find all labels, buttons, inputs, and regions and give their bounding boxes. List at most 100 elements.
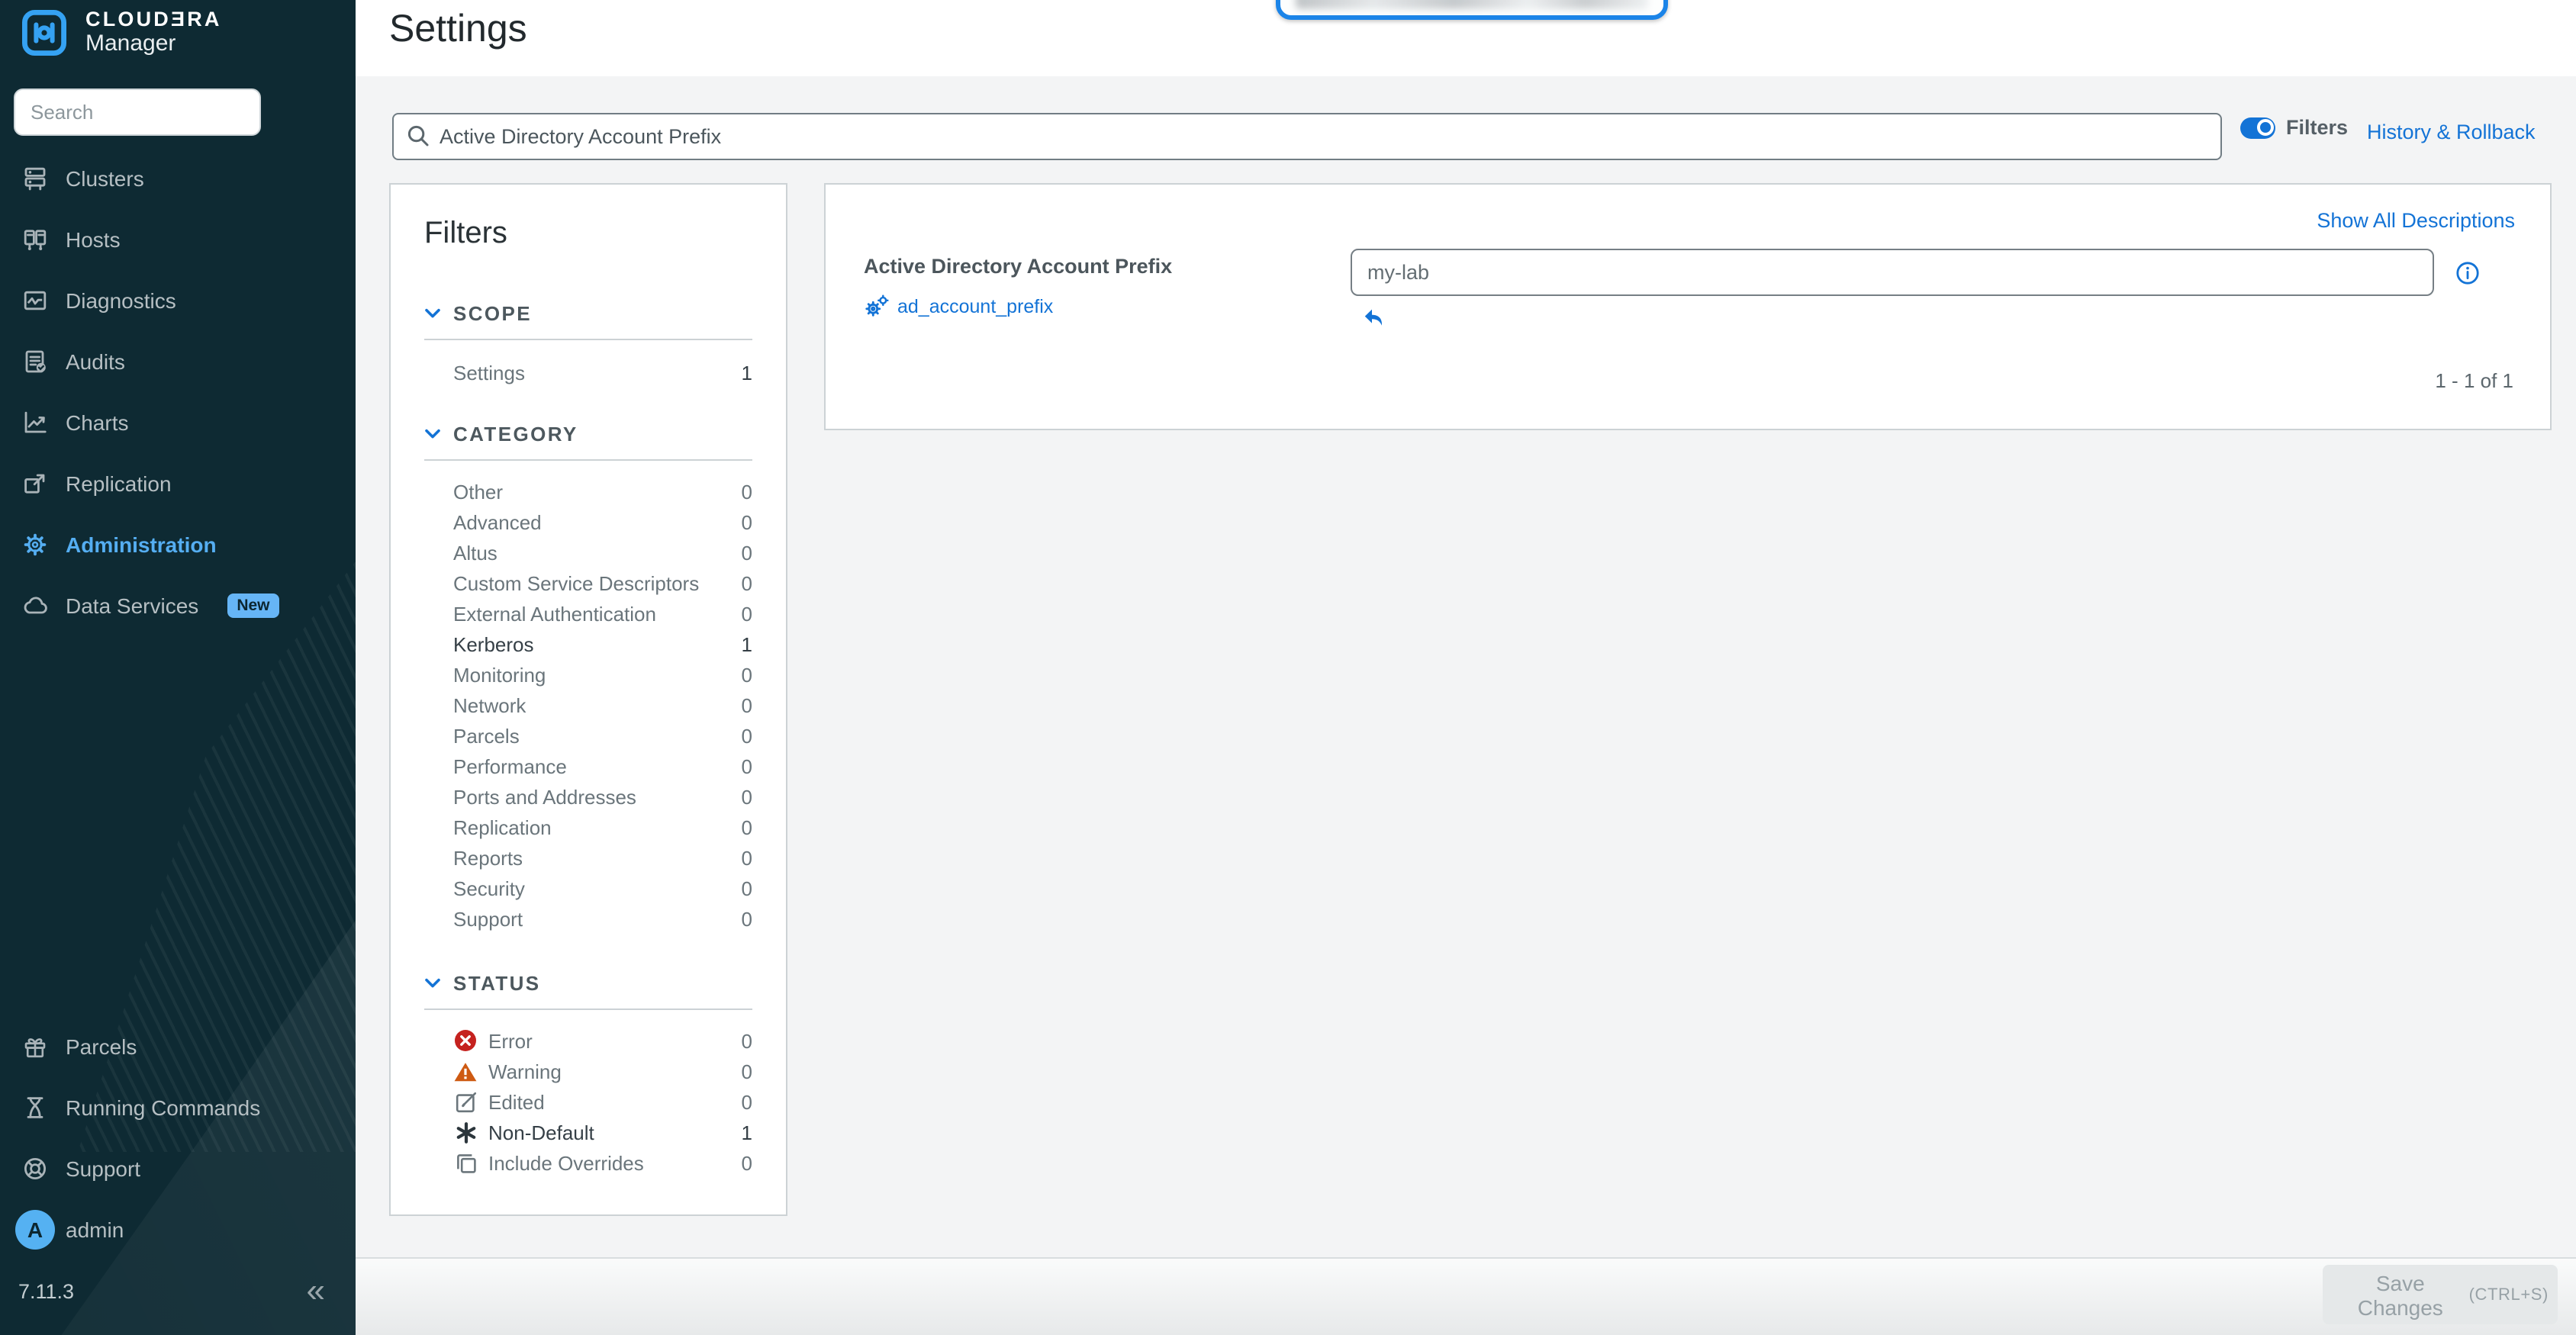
filter-item[interactable]: Support0 [424,903,752,934]
app-logo[interactable]: CLOUDƎRA Manager [21,8,222,56]
filter-item[interactable]: Replication0 [424,812,752,842]
status-section-label: STATUS [453,972,541,995]
chevron-down-icon [424,307,441,320]
sidebar-search-input[interactable] [14,88,261,136]
pagination-label: 1 - 1 of 1 [2435,369,2513,392]
filter-item[interactable]: Network0 [424,690,752,720]
filter-item-count: 1 [731,1121,752,1144]
filter-item[interactable]: Monitoring0 [424,659,752,690]
sidebar-item-label: Administration [66,532,217,557]
filter-item-label: Altus [453,541,731,564]
filter-item-label: Support [453,907,731,930]
hourglass-icon [21,1094,49,1121]
include-overrides-icon [453,1150,478,1175]
filter-item[interactable]: Non-Default 1 [424,1117,752,1147]
show-all-descriptions-link[interactable]: Show All Descriptions [2317,209,2515,232]
main-area: Settings Filters History & Rollback Filt… [356,0,2576,1335]
page-title: Settings [389,8,527,52]
collapse-sidebar-icon[interactable]: « [307,1271,326,1311]
filter-item[interactable]: Include Overrides 0 [424,1147,752,1178]
sidebar-item-data-services[interactable]: Data Services New [0,575,356,636]
filter-item-label: Security [453,877,731,899]
filter-item[interactable]: Other0 [424,476,752,507]
sidebar-item-replication[interactable]: Replication [0,453,356,514]
status-section-header[interactable]: STATUS [424,972,752,995]
filter-item[interactable]: Warning 0 [424,1056,752,1086]
sidebar-item-parcels[interactable]: Parcels [0,1016,356,1077]
filter-item-label: Replication [453,815,731,838]
filter-item[interactable]: Altus0 [424,537,752,568]
setting-property: ad_account_prefix [864,293,1053,319]
filter-item[interactable]: Edited 0 [424,1086,752,1117]
history-rollback-link[interactable]: History & Rollback [2367,121,2536,143]
filter-item[interactable]: Error 0 [424,1025,752,1056]
save-bar: Save Changes(CTRL+S) [356,1257,2576,1335]
filter-item-count: 0 [731,754,752,777]
sidebar-item-diagnostics[interactable]: Diagnostics [0,270,356,331]
filter-item[interactable]: Reports0 [424,842,752,873]
filter-item-count: 0 [731,724,752,747]
scope-section: SCOPE Settings 1 [424,302,752,389]
brand-line-1: CLOUDƎRA [85,8,222,31]
filter-item[interactable]: Advanced0 [424,507,752,537]
filter-item-count: 0 [731,693,752,716]
setting-property-link[interactable]: ad_account_prefix [897,295,1053,317]
setting-value-input[interactable] [1351,249,2434,296]
charts-icon [21,409,49,436]
settings-search-input[interactable] [392,113,2222,160]
filter-item[interactable]: Performance0 [424,751,752,781]
sidebar-item-hosts[interactable]: Hosts [0,209,356,270]
filter-item[interactable]: Kerberos1 [424,629,752,659]
sidebar-item-support[interactable]: Support [0,1138,356,1199]
filter-item-label: Warning [488,1060,731,1082]
category-section-label: CATEGORY [453,423,578,446]
filter-item-label: Advanced [453,510,731,533]
sidebar-item-label: Parcels [66,1034,137,1059]
filter-item-label: Kerberos [453,632,731,655]
autofill-popup[interactable] [1276,0,1668,20]
sidebar-item-clusters[interactable]: Clusters [0,148,356,209]
divider [424,339,752,340]
sidebar-item-running-commands[interactable]: Running Commands [0,1077,356,1138]
save-changes-button[interactable]: Save Changes(CTRL+S) [2323,1265,2558,1324]
filters-panel: Filters SCOPE Settings 1 [389,183,787,1216]
filter-item[interactable]: External Authentication0 [424,598,752,629]
info-icon[interactable] [2455,261,2480,285]
sidebar-item-label: Running Commands [66,1095,260,1120]
sidebar-item-charts[interactable]: Charts [0,392,356,453]
filter-item[interactable]: Ports and Addresses0 [424,781,752,812]
non-default-icon [453,1120,478,1144]
setting-value-field [1351,249,2434,296]
cloudera-logo-icon [21,8,67,56]
sidebar-item-audits[interactable]: Audits [0,331,356,392]
filter-item-count: 0 [731,1029,752,1052]
filter-item-label: Performance [453,754,731,777]
sidebar-item-label: Audits [66,349,125,374]
filter-item[interactable]: Settings 1 [424,355,752,389]
filter-item[interactable]: Parcels0 [424,720,752,751]
filter-item-label: Monitoring [453,663,731,686]
filters-toggle[interactable]: Filters [2240,116,2348,139]
filter-item-label: Custom Service Descriptors [453,571,731,594]
brand-text: CLOUDƎRA Manager [85,8,222,56]
undo-icon[interactable] [1363,307,1384,328]
filter-item-count: 0 [731,510,752,533]
filter-item-count: 0 [731,480,752,503]
filter-item-count: 1 [731,632,752,655]
sidebar-nav: Clusters Hosts [0,148,356,636]
brand-line-2: Manager [85,31,222,56]
filter-item[interactable]: Custom Service Descriptors0 [424,568,752,598]
category-section-header[interactable]: CATEGORY [424,423,752,446]
filter-item-label: Other [453,480,731,503]
filter-item[interactable]: Security0 [424,873,752,903]
sidebar-item-administration[interactable]: Administration [0,514,356,575]
setting-label: Active Directory Account Prefix [864,255,1172,278]
edited-icon [453,1089,478,1114]
sidebar-footer: 7.11.3 « [0,1262,356,1335]
sidebar-search [14,88,261,136]
filter-item-label: Edited [488,1090,731,1113]
filter-item-label: Reports [453,846,731,869]
sidebar-item-admin-user[interactable]: A admin [0,1199,356,1260]
scope-section-header[interactable]: SCOPE [424,302,752,325]
sidebar-item-label: Replication [66,471,172,496]
